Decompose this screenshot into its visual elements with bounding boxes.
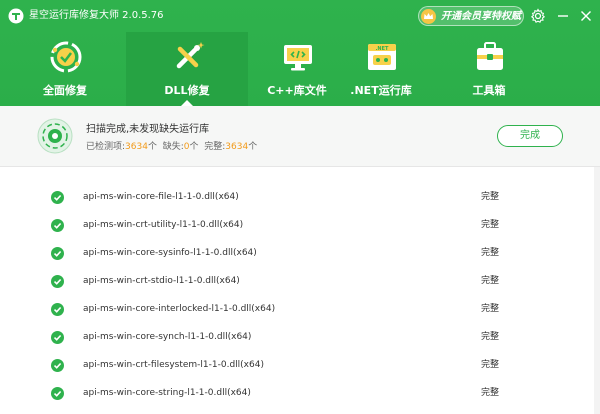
cpp-library-icon	[284, 45, 312, 71]
check-circle-icon	[51, 219, 64, 232]
tab-full-repair[interactable]: 全面修复	[4, 32, 126, 106]
dll-name: api-ms-win-core-string-l1-1-0.dll(x64)	[83, 388, 251, 398]
check-circle-icon	[51, 359, 64, 372]
list-item[interactable]: api-ms-win-core-sysinfo-l1-1-0.dll(x64) …	[0, 239, 600, 267]
app-header: 星空运行库修复大师 2.0.5.76 开通会员享特权赋 全面修复 DLL修复 C…	[0, 0, 600, 106]
done-button[interactable]: 完成	[497, 125, 563, 147]
scan-complete-icon	[37, 118, 73, 154]
check-circle-icon	[51, 275, 64, 288]
dll-result-list: api-ms-win-core-file-l1-1-0.dll(x64) 完整 …	[0, 183, 600, 414]
dll-name: api-ms-win-crt-stdio-l1-1-0.dll(x64)	[83, 276, 240, 286]
dll-status: 完整	[481, 248, 500, 258]
check-circle-icon	[51, 303, 64, 316]
dll-status: 完整	[481, 304, 500, 314]
crown-icon	[421, 9, 436, 24]
missing-unit: 个	[189, 142, 199, 152]
dll-status: 完整	[481, 360, 500, 370]
dotnet-runtime-icon: .NET	[368, 44, 396, 70]
list-item[interactable]: api-ms-win-crt-utility-l1-1-0.dll(x64) 完…	[0, 211, 600, 239]
check-circle-icon	[51, 387, 64, 400]
toolbox-icon	[477, 42, 503, 70]
dll-status: 完整	[481, 388, 500, 398]
vip-button[interactable]: 开通会员享特权赋	[418, 6, 524, 26]
svg-text:.NET: .NET	[376, 46, 389, 52]
vip-label: 开通会员享特权赋	[441, 11, 521, 22]
dll-status: 完整	[481, 220, 500, 230]
complete-unit: 个	[248, 142, 258, 152]
app-logo-icon	[8, 8, 24, 24]
dll-name: api-ms-win-core-interlocked-l1-1-0.dll(x…	[83, 304, 276, 314]
list-scrollbar[interactable]	[594, 167, 600, 414]
complete-label: 完整:	[204, 142, 226, 152]
tab-dotnet-runtime[interactable]: .NET .NET运行库	[320, 32, 442, 106]
missing-label: 缺失:	[162, 142, 184, 152]
detected-label: 已检测项:	[86, 142, 126, 152]
tab-label: 工具箱	[472, 84, 506, 97]
tab-label: .NET运行库	[350, 84, 412, 97]
list-item[interactable]: api-ms-win-core-file-l1-1-0.dll(x64) 完整	[0, 183, 600, 211]
dll-repair-icon	[176, 42, 205, 69]
tab-label: 全面修复	[43, 84, 87, 97]
dll-status: 完整	[481, 276, 500, 286]
tab-label: DLL修复	[164, 84, 210, 97]
app-title: 星空运行库修复大师 2.0.5.76	[29, 10, 164, 21]
main-nav: 全面修复 DLL修复 C++库文件 .NET .NET运行库 工具箱	[0, 32, 600, 106]
tab-toolbox[interactable]: 工具箱	[428, 32, 550, 106]
dll-name: api-ms-win-core-file-l1-1-0.dll(x64)	[83, 192, 239, 202]
close-icon[interactable]	[578, 8, 594, 24]
complete-count: 3634	[225, 142, 249, 152]
full-repair-icon	[50, 41, 82, 73]
scan-status-title: 扫描完成,未发现缺失运行库	[86, 124, 210, 135]
list-item[interactable]: api-ms-win-core-string-l1-1-0.dll(x64) 完…	[0, 379, 600, 407]
title-bar[interactable]: 星空运行库修复大师 2.0.5.76 开通会员享特权赋	[0, 0, 600, 32]
scan-stats: 已检测项:3634个 缺失:0个 完整:3634个	[86, 141, 257, 153]
list-item[interactable]: api-ms-win-crt-stdio-l1-1-0.dll(x64) 完整	[0, 267, 600, 295]
dll-status: 完整	[481, 192, 500, 202]
check-circle-icon	[51, 247, 64, 260]
detected-count: 3634	[125, 142, 148, 152]
minimize-icon[interactable]	[555, 8, 571, 24]
tab-dll-repair[interactable]: DLL修复	[126, 32, 248, 106]
dll-name: api-ms-win-core-sysinfo-l1-1-0.dll(x64)	[83, 248, 257, 258]
dll-name: api-ms-win-core-synch-l1-1-0.dll(x64)	[83, 332, 252, 342]
detected-unit: 个	[147, 142, 157, 152]
dll-name: api-ms-win-crt-filesystem-l1-1-0.dll(x64…	[83, 360, 264, 370]
list-item[interactable]: api-ms-win-crt-filesystem-l1-1-0.dll(x64…	[0, 351, 600, 379]
list-item[interactable]: api-ms-win-core-interlocked-l1-1-0.dll(x…	[0, 295, 600, 323]
dll-status: 完整	[481, 332, 500, 342]
check-circle-icon	[51, 191, 64, 204]
check-circle-icon	[51, 331, 64, 344]
dll-name: api-ms-win-crt-utility-l1-1-0.dll(x64)	[83, 220, 244, 230]
settings-gear-icon[interactable]	[530, 8, 546, 24]
list-item[interactable]: api-ms-win-core-synch-l1-1-0.dll(x64) 完整	[0, 323, 600, 351]
